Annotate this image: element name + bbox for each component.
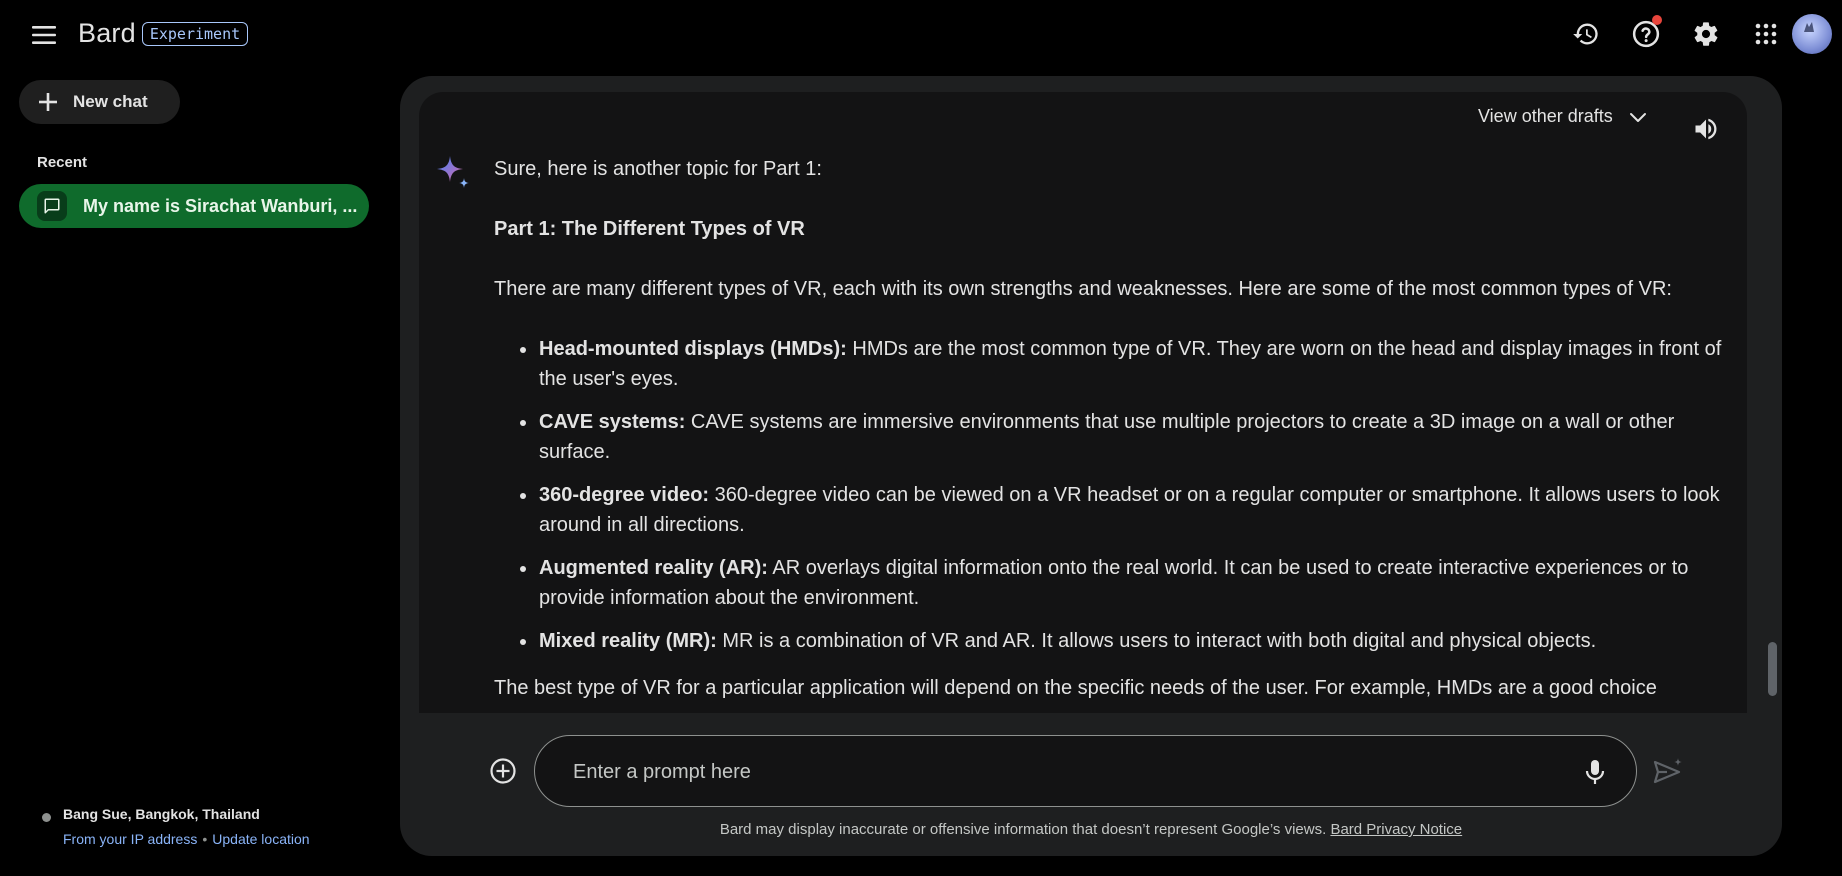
listen-button[interactable] bbox=[1689, 112, 1723, 146]
send-button[interactable] bbox=[1650, 754, 1686, 790]
location-separator: • bbox=[202, 831, 208, 847]
response-closing-paragraph: The best type of VR for a particular app… bbox=[494, 677, 1657, 699]
chat-panel: View other drafts Sure, here is another … bbox=[400, 76, 1782, 856]
list-item-text: 360-degree video can be viewed on a VR h… bbox=[539, 484, 1720, 536]
google-apps-button[interactable] bbox=[1744, 12, 1788, 56]
speaker-icon bbox=[1695, 118, 1717, 140]
recent-chat-item[interactable]: My name is Sirachat Wanburi, ... bbox=[19, 184, 369, 228]
prompt-box bbox=[534, 735, 1637, 807]
list-item-term: CAVE systems: bbox=[539, 411, 686, 433]
disclaimer-text: Bard may display inaccurate or offensive… bbox=[719, 821, 1327, 838]
bard-sparkle-icon bbox=[437, 156, 469, 188]
send-sparkle-icon bbox=[1653, 758, 1682, 784]
add-circle-icon bbox=[490, 758, 516, 784]
view-drafts-label: View other drafts bbox=[1478, 106, 1613, 126]
chat-bubble-icon bbox=[37, 191, 67, 221]
menu-icon bbox=[32, 26, 56, 44]
prompt-input[interactable] bbox=[573, 758, 1533, 786]
list-item: Mixed reality (MR): MR is a combination … bbox=[520, 626, 1734, 656]
brand: Bard Experiment bbox=[78, 18, 249, 49]
plus-icon bbox=[39, 93, 57, 111]
help-button[interactable] bbox=[1624, 12, 1668, 56]
notification-dot bbox=[1652, 15, 1662, 25]
new-chat-label: New chat bbox=[73, 92, 148, 111]
experiment-badge: Experiment bbox=[141, 21, 249, 46]
list-item: Augmented reality (AR): AR overlays digi… bbox=[520, 553, 1734, 613]
new-chat-button[interactable]: New chat bbox=[19, 80, 180, 124]
list-item-text: CAVE systems are immersive environments … bbox=[539, 411, 1675, 463]
microphone-button[interactable] bbox=[1579, 756, 1611, 788]
settings-button[interactable] bbox=[1684, 12, 1728, 56]
recent-heading: Recent bbox=[37, 154, 88, 171]
app-name[interactable]: Bard bbox=[78, 18, 136, 49]
list-item-term: Head-mounted displays (HMDs): bbox=[539, 338, 847, 360]
disclaimer: Bard may display inaccurate or offensive… bbox=[400, 821, 1782, 838]
activity-button[interactable] bbox=[1564, 12, 1608, 56]
update-location-link[interactable]: Update location bbox=[212, 831, 309, 847]
history-icon bbox=[1573, 23, 1598, 45]
location-dot-icon bbox=[42, 813, 51, 822]
recent-chat-label: My name is Sirachat Wanburi, ... bbox=[83, 195, 358, 216]
chevron-down-icon bbox=[1629, 112, 1646, 122]
list-item-text: MR is a combination of VR and AR. It all… bbox=[716, 630, 1597, 652]
microphone-icon bbox=[1585, 760, 1605, 784]
vr-types-list: Head-mounted displays (HMDs): HMDs are t… bbox=[494, 334, 1734, 656]
settings-icon bbox=[1694, 22, 1718, 46]
top-bar: Bard Experiment bbox=[0, 0, 1842, 70]
avatar-figure-icon bbox=[1804, 22, 1814, 32]
list-item: CAVE systems: CAVE systems are immersive… bbox=[520, 407, 1734, 467]
response-card[interactable]: View other drafts Sure, here is another … bbox=[419, 92, 1747, 713]
list-item-term: Augmented reality (AR): bbox=[539, 557, 768, 579]
upload-image-button[interactable] bbox=[488, 756, 518, 786]
privacy-notice-link[interactable]: Bard Privacy Notice bbox=[1330, 821, 1462, 838]
avatar[interactable] bbox=[1792, 14, 1832, 54]
scrollbar-thumb[interactable] bbox=[1768, 642, 1777, 696]
response-content: Sure, here is another topic for Part 1: … bbox=[494, 154, 1734, 703]
view-drafts-button[interactable]: View other drafts bbox=[1478, 106, 1647, 127]
list-item-term: 360-degree video: bbox=[539, 484, 710, 506]
list-item: 360-degree video: 360-degree video can b… bbox=[520, 480, 1734, 540]
response-heading: Part 1: The Different Types of VR bbox=[494, 218, 805, 240]
response-intro: Sure, here is another topic for Part 1: bbox=[494, 158, 822, 180]
list-item-term: Mixed reality (MR): bbox=[539, 630, 717, 652]
response-paragraph: There are many different types of VR, ea… bbox=[494, 278, 1672, 300]
menu-button[interactable] bbox=[26, 20, 62, 50]
list-item: Head-mounted displays (HMDs): HMDs are t… bbox=[520, 334, 1734, 394]
ip-address-link[interactable]: From your IP address bbox=[63, 831, 197, 847]
apps-grid-icon bbox=[1755, 23, 1777, 45]
location-links: From your IP address • Update location bbox=[63, 831, 310, 847]
location-place: Bang Sue, Bangkok, Thailand bbox=[63, 806, 260, 822]
